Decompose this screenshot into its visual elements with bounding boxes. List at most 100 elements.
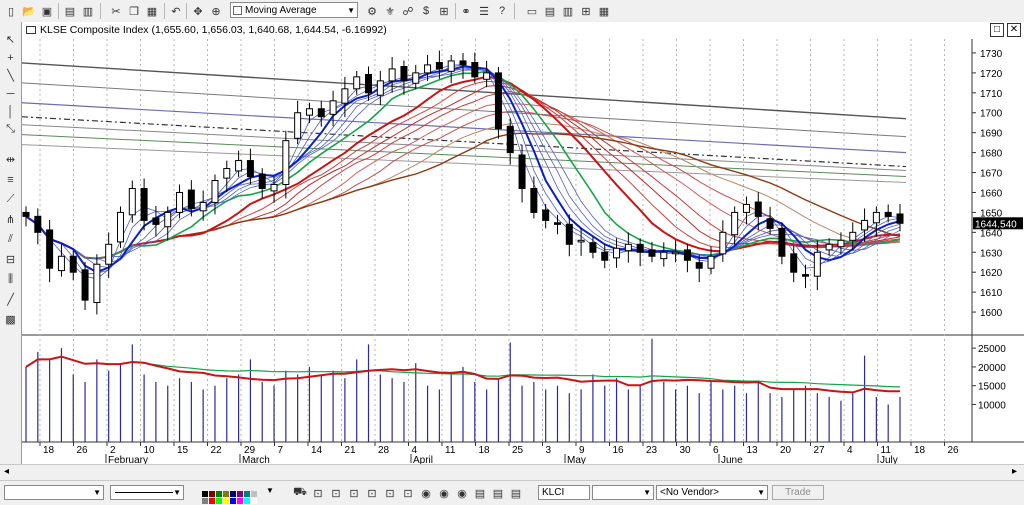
candle-body — [400, 66, 408, 82]
candle-body — [849, 231, 857, 241]
cascade-icon[interactable]: ▦ — [596, 3, 612, 19]
month-label: May — [567, 455, 586, 464]
candle-body — [601, 251, 609, 261]
zoom-icon[interactable]: ⊕ — [208, 3, 224, 19]
date-tick-label: 15 — [177, 445, 189, 456]
close-button[interactable]: ✕ — [1007, 23, 1021, 37]
indicator-select[interactable]: Moving Average ▼ — [230, 2, 358, 18]
date-tick-label: 20 — [780, 445, 792, 456]
scroll-left-icon[interactable]: ◂ — [4, 466, 9, 477]
trade-button[interactable]: Trade — [772, 485, 824, 500]
new-icon[interactable]: ▯ — [3, 3, 19, 19]
crosshair-tool-icon[interactable]: + — [3, 50, 18, 65]
candle-body — [152, 217, 160, 225]
periodicity-select[interactable]: ▼ — [592, 485, 654, 500]
layout1-icon[interactable]: ▤ — [472, 485, 488, 501]
insert-text-icon[interactable]: ⊡ — [400, 485, 416, 501]
insert-expert-icon[interactable]: ⊡ — [364, 485, 380, 501]
candle-body — [140, 187, 148, 221]
explorer-icon[interactable]: ⊞ — [436, 3, 452, 19]
candle-body — [884, 211, 892, 217]
web-icon[interactable]: ◉ — [454, 485, 470, 501]
symbol-input[interactable]: KLCI — [538, 485, 590, 500]
expert-icon[interactable]: ⚜ — [382, 3, 398, 19]
candle-body — [872, 211, 880, 224]
maximize-button[interactable]: □ — [990, 23, 1004, 37]
horizontal-line-icon[interactable]: ─ — [3, 86, 18, 101]
chart-window: KLSE Composite Index (1,655.60, 1,656.03… — [21, 22, 1024, 464]
grid-icon[interactable]: ▩ — [3, 312, 18, 327]
tile-icon[interactable]: ⊞ — [578, 3, 594, 19]
help-icon[interactable]: ? — [494, 3, 510, 19]
candle-body — [435, 62, 443, 70]
layout3-icon[interactable]: ▤ — [508, 485, 524, 501]
month-label: April — [413, 455, 433, 464]
scroll-right-icon[interactable]: ▸ — [1012, 466, 1017, 477]
browser-icon[interactable]: ◉ — [436, 485, 452, 501]
save-icon[interactable]: ▣ — [39, 3, 55, 19]
ellipse-icon[interactable]: ╱ — [3, 292, 18, 307]
truck-icon[interactable]: ⛟ — [292, 485, 308, 501]
print-icon[interactable]: ▤ — [62, 3, 78, 19]
open-icon[interactable]: 📂 — [21, 3, 37, 19]
price-chart[interactable]: 1600161016201630164016501660167016801690… — [22, 39, 1024, 464]
line-weight-select[interactable]: ▼ — [110, 485, 184, 500]
andrews-pitchfork-icon[interactable]: ⋔ — [3, 212, 18, 227]
undo-icon[interactable]: ↶ — [168, 3, 184, 19]
gann-fan-icon[interactable]: ≡ — [3, 172, 18, 187]
trade-icon[interactable]: $ — [418, 3, 434, 19]
insert-indicator-icon[interactable]: ⊡ — [346, 485, 362, 501]
print-preview-icon[interactable]: ▥ — [80, 3, 96, 19]
vertical-line-icon[interactable]: │ — [3, 104, 18, 119]
layout-icon[interactable]: ▭ — [524, 3, 540, 19]
split-h-icon[interactable]: ▤ — [542, 3, 558, 19]
insert-icon[interactable]: ⊡ — [310, 485, 326, 501]
insert-symbol-icon[interactable]: ⊡ — [382, 485, 398, 501]
copy-icon[interactable]: ❐ — [126, 3, 142, 19]
date-tick-label: 6 — [713, 445, 719, 456]
candle-body — [282, 140, 290, 186]
color-palette[interactable] — [202, 486, 266, 504]
candle-body — [447, 60, 455, 72]
paste-icon[interactable]: ▦ — [144, 3, 160, 19]
vendor-select[interactable]: <No Vendor> ▼ — [656, 485, 768, 500]
binoculars-icon[interactable]: ⚭ — [458, 3, 474, 19]
candle-body — [34, 215, 42, 233]
indicator-builder-icon[interactable]: ⚙ — [364, 3, 380, 19]
raff-icon[interactable]: ⫼ — [3, 272, 18, 287]
cycle-lines-icon[interactable]: ⇹ — [3, 152, 18, 167]
candle-body — [813, 251, 821, 277]
trendline-icon[interactable]: ╲ — [3, 68, 18, 83]
price-tick-label: 1610 — [980, 288, 1003, 299]
price-tick-label: 1660 — [980, 188, 1003, 199]
regression-channel-icon[interactable]: ⫽ — [3, 232, 18, 247]
cut-icon[interactable]: ✂ — [108, 3, 124, 19]
date-tick-label: 23 — [646, 445, 658, 456]
speed-lines-icon[interactable]: ⟋ — [3, 192, 18, 207]
candle-body — [825, 243, 833, 251]
split-v-icon[interactable]: ▥ — [560, 3, 576, 19]
system-tester-icon[interactable]: ☍ — [400, 3, 416, 19]
candle-body — [235, 160, 243, 172]
layout2-icon[interactable]: ▤ — [490, 485, 506, 501]
candle-body — [542, 209, 550, 221]
horizontal-scrollbar[interactable]: ◂ ▸ — [0, 464, 1024, 481]
candle-body — [353, 76, 361, 90]
candle-body — [837, 239, 845, 248]
fibonacci-icon[interactable]: ⤡ — [3, 122, 18, 137]
options-icon[interactable]: ☰ — [476, 3, 492, 19]
pointer-icon[interactable]: ↖ — [3, 32, 18, 47]
crosshair-icon[interactable]: ✥ — [190, 3, 206, 19]
insert-chart-icon[interactable]: ⊡ — [328, 485, 344, 501]
candle-body — [589, 242, 597, 253]
candle-body — [506, 125, 514, 154]
price-tick-label: 1690 — [980, 129, 1003, 140]
palette-chevron-icon[interactable]: ▼ — [266, 486, 274, 495]
date-tick-label: 4 — [847, 445, 853, 456]
chrome-icon[interactable]: ◉ — [418, 485, 434, 501]
tirone-icon[interactable]: ⊟ — [3, 252, 18, 267]
price-tick-label: 1720 — [980, 69, 1003, 80]
line-style-select[interactable]: ▼ — [4, 485, 104, 500]
candle-body — [683, 249, 691, 261]
date-tick-label: 18 — [479, 445, 491, 456]
